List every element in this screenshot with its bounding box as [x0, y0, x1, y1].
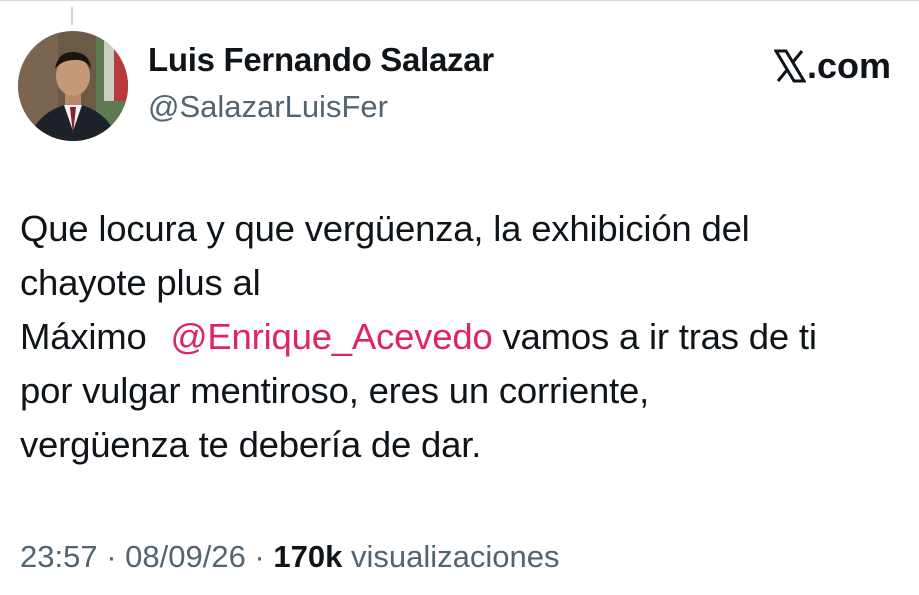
tweet-line-1: Que locura y que vergüenza, la exhibició… [20, 208, 750, 249]
tweet-meta: 23:57 · 08/09/26 · 170k visualizaciones [20, 539, 559, 575]
meta-separator: · [97, 539, 126, 574]
meta-separator: · [245, 539, 274, 574]
tweet-text: Que locura y que vergüenza, la exhibició… [20, 202, 910, 472]
tweet-line-3-end: vamos a ir tras de ti [502, 316, 817, 357]
tweet-line-4: por vulgar mentiroso, eres un corriente, [20, 370, 650, 411]
mention-link[interactable]: @Enrique_Acevedo [171, 316, 493, 357]
brand-text: .com [806, 45, 891, 86]
tweet-date[interactable]: 08/09/26 [125, 539, 246, 574]
tweet-line-2: chayote plus al [20, 262, 261, 303]
author-avatar[interactable] [18, 31, 128, 141]
tweet-card: Luis Fernando Salazar @SalazarLuisFer .c… [0, 0, 919, 595]
x-logo-icon [773, 49, 806, 83]
author-name[interactable]: Luis Fernando Salazar [148, 41, 494, 79]
views-label: visualizaciones [342, 539, 560, 574]
brand-label: .com [773, 45, 891, 87]
views-count: 170k [273, 539, 343, 574]
tweet-time[interactable]: 23:57 [20, 539, 98, 574]
tweet-line-3: Máximo @Enrique_Acevedo vamos a ir tras … [20, 310, 910, 364]
thread-line [71, 7, 73, 25]
tweet-line-3-start: Máximo [20, 316, 147, 357]
author-handle[interactable]: @SalazarLuisFer [148, 89, 388, 125]
tweet-line-5: vergüenza te debería de dar. [20, 424, 482, 465]
